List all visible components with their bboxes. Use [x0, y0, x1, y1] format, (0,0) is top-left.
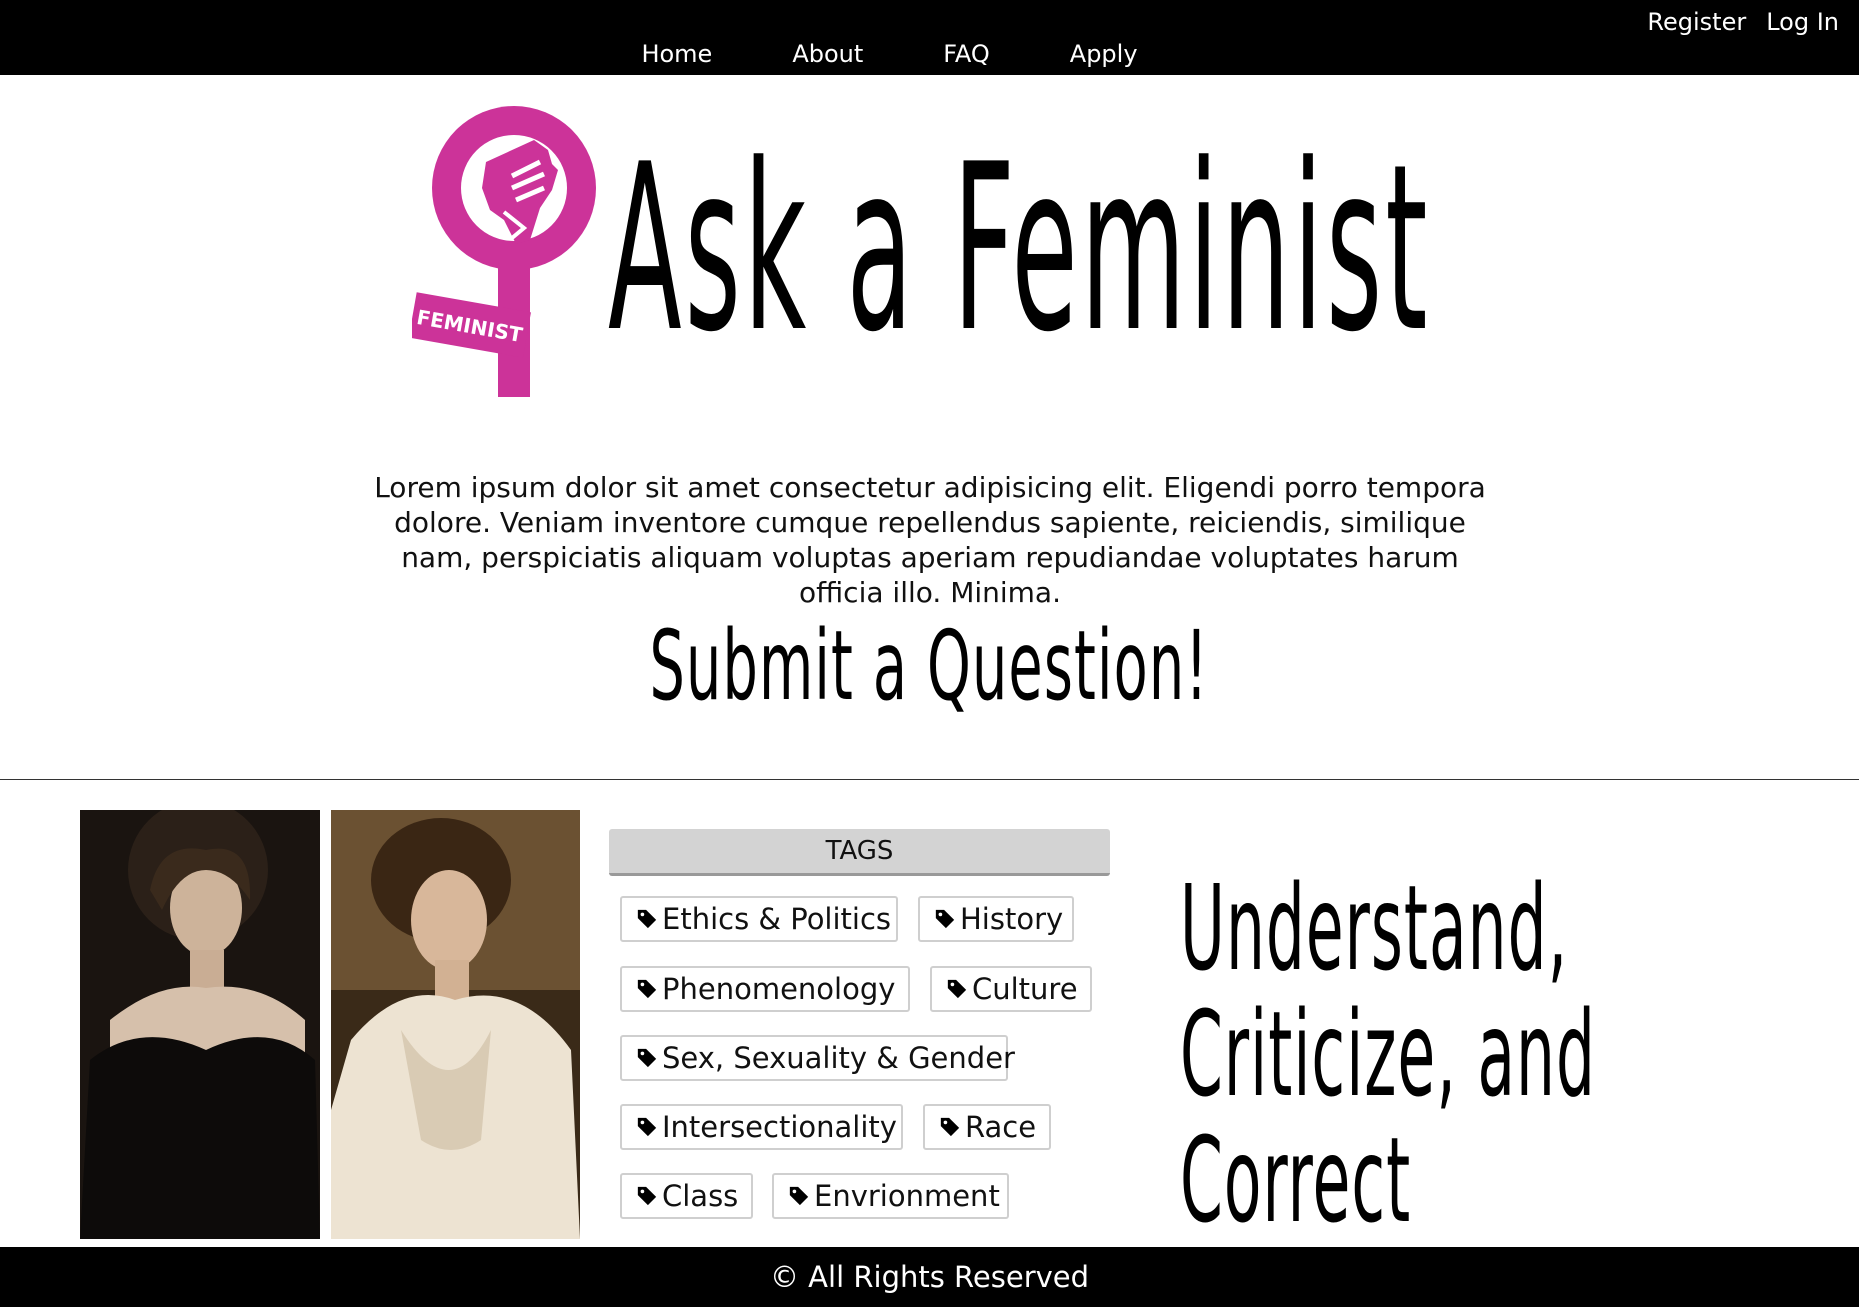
tag-icon — [637, 979, 657, 999]
tag-icon — [637, 1048, 657, 1068]
tag-environment[interactable]: Envrionment — [772, 1173, 1009, 1219]
slogan-line-1: Understand, — [1180, 859, 1569, 997]
tag-icon — [940, 1117, 960, 1137]
tag-label: Sex, Sexuality & Gender — [662, 1041, 1015, 1075]
tag-label: Intersectionality — [662, 1110, 897, 1144]
auth-links: Register Log In — [1647, 8, 1839, 36]
tags-panel: TAGS — [609, 829, 1110, 876]
copyright-text: © All Rights Reserved — [769, 1260, 1090, 1294]
tag-label: Phenomenology — [662, 972, 896, 1006]
tag-icon — [947, 979, 967, 999]
tag-icon — [637, 1117, 657, 1137]
portrait-woman-dark-dress — [80, 810, 320, 1239]
tag-history[interactable]: History — [918, 896, 1074, 942]
feminist-logo-icon: FEMINIST — [408, 92, 620, 397]
slogan-line-2: Criticize, and — [1180, 985, 1596, 1123]
tag-intersectionality[interactable]: Intersectionality — [620, 1104, 903, 1150]
nav-about[interactable]: About — [792, 40, 863, 68]
portrait-woman-white-dress — [331, 810, 580, 1239]
tag-icon — [637, 1186, 657, 1206]
tag-icon — [637, 909, 657, 929]
tags-header: TAGS — [609, 829, 1110, 876]
tag-label: Race — [965, 1110, 1037, 1144]
tag-label: Ethics & Politics — [662, 902, 892, 936]
nav-apply[interactable]: Apply — [1070, 40, 1138, 68]
tag-class[interactable]: Class — [620, 1173, 753, 1219]
tag-phenomenology[interactable]: Phenomenology — [620, 966, 910, 1012]
tag-label: History — [960, 902, 1064, 936]
tag-label: Class — [662, 1179, 739, 1213]
submit-question-button[interactable]: Submit a Question! — [0, 616, 1859, 716]
tag-ethics-politics[interactable]: Ethics & Politics — [620, 896, 898, 942]
slogan-line-3: Correct — [1180, 1111, 1412, 1249]
main-nav: Home About FAQ Apply — [0, 40, 1859, 68]
tag-sex-sexuality-gender[interactable]: Sex, Sexuality & Gender — [620, 1035, 1015, 1081]
slogan: Understand, Criticize, and Correct — [1180, 865, 1780, 1243]
tag-icon — [935, 909, 955, 929]
tag-icon — [789, 1186, 809, 1206]
nav-home[interactable]: Home — [641, 40, 712, 68]
register-link[interactable]: Register — [1647, 8, 1746, 36]
submit-question-label: Submit a Question! — [649, 610, 1210, 722]
portrait-image-right — [331, 810, 580, 1239]
tag-culture[interactable]: Culture — [930, 966, 1092, 1012]
section-divider — [0, 779, 1859, 780]
footer: © All Rights Reserved — [0, 1247, 1859, 1307]
tag-label: Culture — [972, 972, 1078, 1006]
tag-race[interactable]: Race — [923, 1104, 1051, 1150]
top-navbar: Register Log In Home About FAQ Apply — [0, 0, 1859, 75]
site-title: Ask a Feminist — [608, 116, 1431, 383]
nav-faq[interactable]: FAQ — [943, 40, 990, 68]
venus-fist-icon: FEMINIST — [408, 106, 596, 397]
tag-label: Envrionment — [814, 1179, 1000, 1213]
login-link[interactable]: Log In — [1766, 8, 1839, 36]
portrait-image-left — [80, 810, 320, 1239]
intro-paragraph: Lorem ipsum dolor sit amet consectetur a… — [374, 471, 1486, 609]
